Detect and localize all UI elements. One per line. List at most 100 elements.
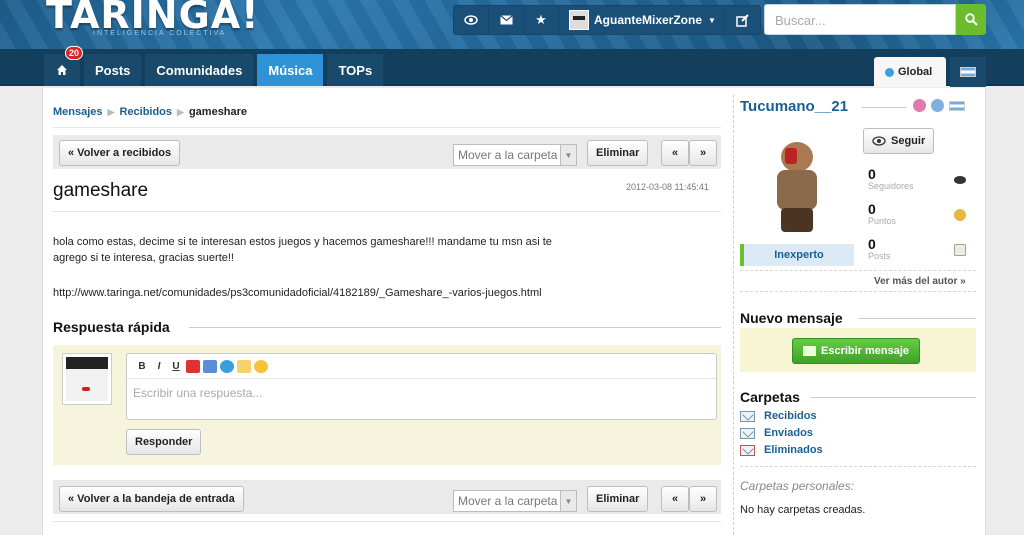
divider	[862, 107, 906, 108]
stat-puntos: 0 Puntos	[868, 201, 976, 231]
folder-recibidos[interactable]: Recibidos	[740, 410, 817, 422]
divider	[811, 397, 976, 398]
divider	[740, 466, 976, 467]
stat-seguidores: 0 Seguidores	[868, 166, 976, 196]
next-message-button[interactable]: »	[689, 140, 717, 166]
prev-message-button[interactable]: «	[661, 140, 689, 166]
author-rank: Inexperto	[740, 244, 854, 266]
edit-icon[interactable]	[725, 6, 760, 34]
underline-button[interactable]: U	[169, 359, 183, 373]
chevron-right-icon: ▶	[177, 106, 184, 117]
chevron-right-icon: ▶	[107, 106, 115, 117]
link-globe-icon[interactable]	[220, 359, 234, 373]
mail-icon[interactable]	[489, 6, 524, 34]
back-to-inbox-button[interactable]: « Volver a recibidos	[59, 140, 181, 166]
envelope-deleted-icon	[740, 444, 755, 456]
search-input[interactable]: Buscar...	[764, 4, 956, 35]
search-icon	[964, 13, 978, 26]
message-body: hola como estas, decime si te interesan …	[53, 234, 713, 266]
prev-message-button-bottom[interactable]: «	[661, 486, 689, 512]
divider	[53, 127, 721, 128]
divider	[740, 270, 976, 271]
quote-icon[interactable]	[237, 359, 251, 373]
mail-icon	[803, 346, 816, 356]
nav-home[interactable]: 20	[44, 46, 84, 86]
personal-folders-label: Carpetas personales:	[740, 479, 855, 493]
back-to-inbox-bottom-button[interactable]: « Volver a la bandeja de entrada	[59, 486, 244, 512]
main-nav: 20 Posts Comunidades Música TOPs	[0, 46, 1024, 86]
bold-button[interactable]: B	[135, 359, 149, 373]
author-badges	[913, 99, 970, 112]
breadcrumb: Mensajes ▶ Recibidos ▶ gameshare	[53, 106, 247, 118]
star-icon[interactable]: ★	[524, 6, 559, 34]
user-toolbar: ★ AguanteMixerZone ▼	[453, 5, 761, 35]
nav-comunidades[interactable]: Comunidades	[145, 54, 254, 86]
breadcrumb-current: gameshare	[188, 106, 248, 118]
italic-button[interactable]: I	[152, 359, 166, 373]
folder-label: Eliminados	[764, 444, 823, 456]
smiley-icon[interactable]	[254, 359, 268, 373]
folder-enviados[interactable]: Enviados	[740, 427, 813, 439]
youtube-icon[interactable]	[186, 359, 200, 373]
divider	[858, 318, 976, 319]
folder-label: Recibidos	[764, 410, 817, 422]
delete-button[interactable]: Eliminar	[587, 140, 649, 166]
more-from-author-link[interactable]: Ver más del autor »	[874, 276, 966, 287]
message-body-line: agrego si te interesa, gracias suerte!!	[53, 252, 234, 264]
user-menu[interactable]: AguanteMixerZone ▼	[559, 6, 725, 34]
global-tab[interactable]: Global	[874, 57, 946, 87]
delete-button-bottom[interactable]: Eliminar	[587, 486, 649, 512]
editor-toolbar: B I U	[127, 354, 716, 379]
username: AguanteMixerZone	[594, 13, 703, 27]
male-icon	[931, 99, 944, 112]
eye-icon	[954, 176, 966, 184]
logo-tagline: INTELIGENCIA COLECTIVA	[93, 30, 227, 37]
globe-icon	[885, 67, 894, 77]
quick-reply-title: Respuesta rápida	[53, 319, 170, 335]
nav-musica[interactable]: Música	[257, 54, 324, 86]
nav-tabs: 20 Posts Comunidades Música TOPs	[44, 46, 387, 86]
search-button[interactable]	[956, 4, 986, 35]
image-icon[interactable]	[203, 359, 217, 373]
envelope-sent-icon	[740, 427, 755, 439]
write-message-button[interactable]: Escribir mensaje	[792, 338, 921, 364]
folder-label: Enviados	[764, 427, 813, 439]
follow-button[interactable]: Seguir	[863, 128, 935, 154]
move-folder-select[interactable]: Mover a la carpeta ▼	[453, 144, 577, 166]
next-message-button-bottom[interactable]: »	[689, 486, 717, 512]
folder-eliminados[interactable]: Eliminados	[740, 444, 823, 456]
nav-tops[interactable]: TOPs	[327, 54, 384, 86]
follow-label: Seguir	[891, 135, 926, 147]
breadcrumb-mensajes[interactable]: Mensajes	[53, 106, 103, 118]
message-link[interactable]: http://www.taringa.net/comunidades/ps3co…	[53, 287, 542, 299]
message-body-line: hola como estas, decime si te interesan …	[53, 236, 552, 248]
author-name[interactable]: Tucumano__21	[740, 98, 848, 115]
divider	[53, 521, 721, 522]
write-message-label: Escribir mensaje	[821, 345, 910, 357]
nav-posts[interactable]: Posts	[84, 54, 142, 86]
user-avatar	[569, 10, 589, 30]
avatar-image	[66, 357, 108, 401]
reply-submit-button[interactable]: Responder	[126, 429, 202, 455]
no-folders-text: No hay carpetas creadas.	[740, 504, 866, 516]
message-date: 2012-03-08 11:45:41	[626, 182, 709, 192]
move-folder-select-bottom[interactable]: Mover a la carpeta ▼	[453, 490, 577, 512]
breadcrumb-recibidos[interactable]: Recibidos	[119, 106, 172, 118]
chevron-down-icon: ▼	[708, 15, 716, 25]
move-folder-label: Mover a la carpeta	[458, 148, 558, 162]
message-title: gameshare	[53, 180, 149, 201]
divider	[740, 291, 976, 292]
argentina-flag-icon	[960, 67, 976, 77]
folders-title: Carpetas	[740, 389, 800, 405]
country-tab[interactable]	[950, 57, 986, 87]
chevron-down-icon: ▼	[560, 145, 576, 165]
argentina-flag-icon	[949, 100, 965, 111]
top-header: TARINGA! INTELIGENCIA COLECTIVA ★ Aguant…	[0, 0, 1024, 49]
stat-posts: 0 Posts	[868, 236, 976, 266]
reply-textarea[interactable]: Escribir una respuesta...	[127, 379, 716, 407]
eye-icon[interactable]	[454, 6, 489, 34]
sidebar-divider	[733, 95, 734, 535]
chevron-down-icon: ▼	[560, 491, 576, 511]
author-avatar[interactable]	[740, 125, 854, 243]
eye-icon	[872, 136, 886, 146]
